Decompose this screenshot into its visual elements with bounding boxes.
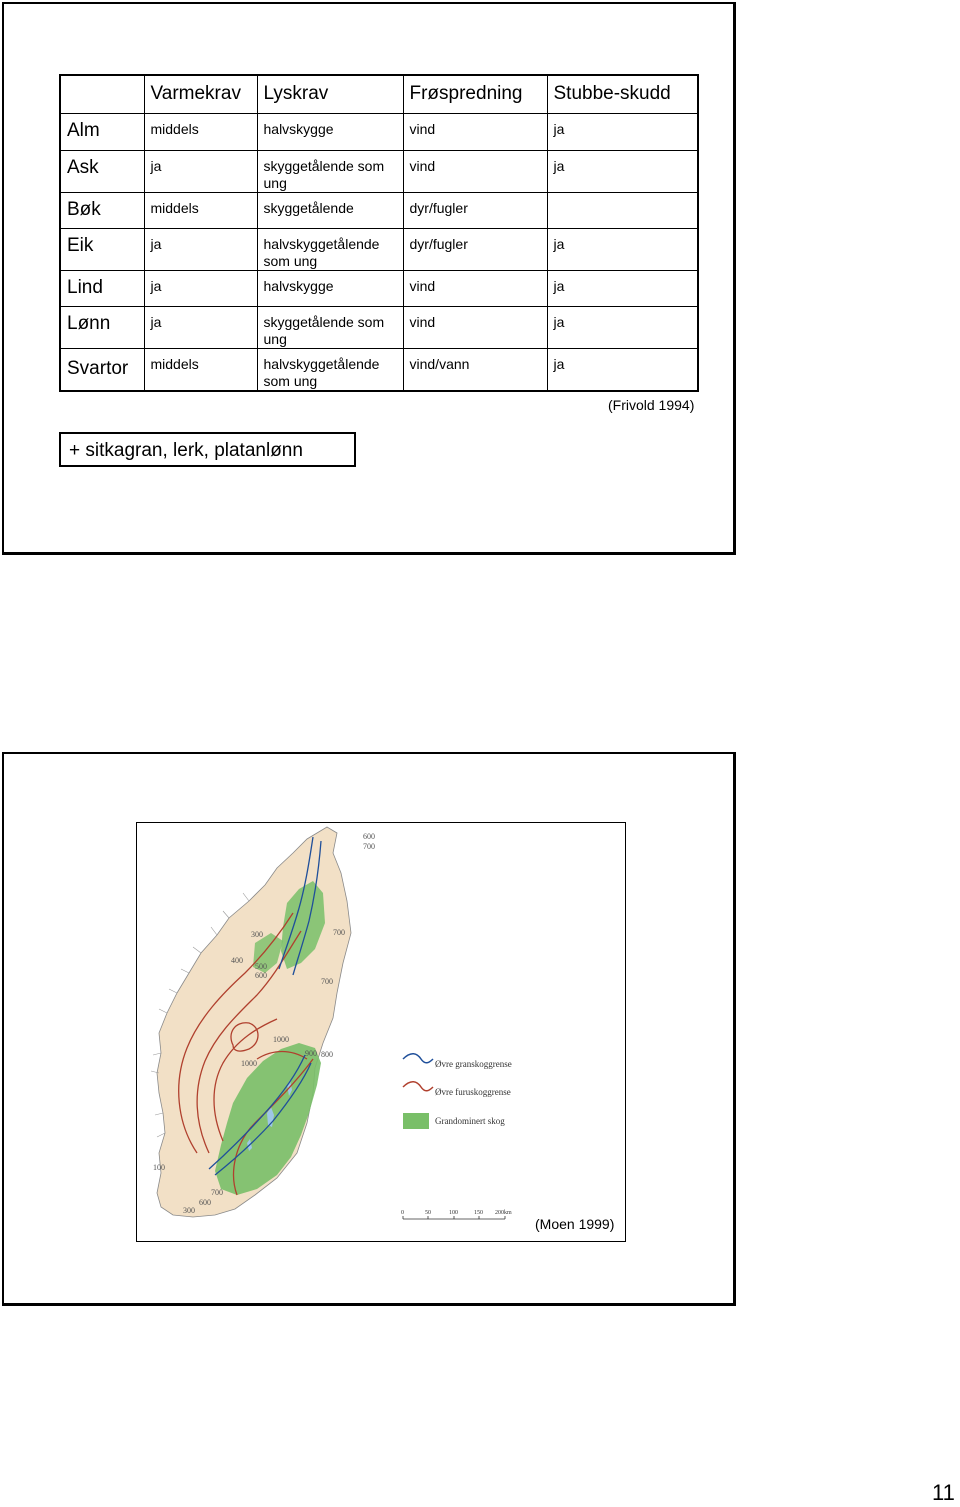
legend-spruce-area-swatch	[403, 1113, 429, 1129]
tree-name: Bøk	[59, 191, 145, 229]
citation-frivold: (Frivold 1994)	[608, 397, 695, 413]
contour-label: 700	[333, 928, 345, 937]
table-cell: vind	[402, 149, 548, 193]
table-cell: skyggetålende som ung	[256, 305, 404, 349]
table-cell: dyr/fugler	[402, 191, 548, 229]
table-cell: dyr/fugler	[402, 227, 548, 271]
contour-label: 700	[363, 842, 375, 851]
table-cell: middels	[143, 347, 258, 392]
contour-label: 300	[251, 930, 263, 939]
legend-spruce-area-label: Grandominert skog	[435, 1116, 505, 1126]
table-cell: skyggetålende som ung	[256, 149, 404, 193]
legend-pine-line-label: Øvre furuskoggrense	[435, 1087, 511, 1097]
scale-label: 200km	[495, 1210, 512, 1216]
page-number: 11	[932, 1480, 955, 1505]
table-cell: ja	[546, 227, 699, 271]
legend-pine-line	[402, 1081, 434, 1092]
scale-label: 50	[425, 1210, 431, 1216]
tree-name: Lønn	[59, 305, 145, 349]
contour-label: 700	[211, 1188, 223, 1197]
table-cell: vind	[402, 269, 548, 307]
tree-name: Eik	[59, 227, 145, 271]
contour-label: 1000	[241, 1059, 257, 1068]
legend-spruce-line	[402, 1053, 434, 1064]
tree-name: Svartor	[59, 347, 145, 392]
table-cell: vind/vann	[402, 347, 548, 392]
table-cell: ja	[546, 347, 699, 392]
slide-tree-table: Varmekrav Lyskrav Frøspredning Stubbe-sk…	[2, 2, 736, 555]
header-cell: Stubbe-skudd	[546, 74, 699, 114]
table-cell: ja	[546, 269, 699, 307]
contour-label: 500	[255, 962, 267, 971]
table-row: Ask ja skyggetålende som ung vind ja	[59, 149, 699, 193]
contour-label: 600	[199, 1198, 211, 1207]
tree-name: Ask	[59, 149, 145, 193]
table-header-row: Varmekrav Lyskrav Frøspredning Stubbe-sk…	[59, 74, 699, 114]
table-row: Lønn ja skyggetålende som ung vind ja	[59, 305, 699, 349]
contour-label: 1000	[273, 1035, 289, 1044]
table-cell: ja	[546, 149, 699, 193]
table-cell: vind	[402, 305, 548, 349]
map-graphic: 600 700 300 700 400 500 600 700 1000 900…	[150, 826, 512, 1220]
header-cell: Lyskrav	[256, 74, 404, 114]
table-cell: ja	[546, 112, 699, 151]
slide-forest-map: 600 700 300 700 400 500 600 700 1000 900…	[2, 752, 736, 1306]
header-cell: Frøspredning	[402, 74, 548, 114]
tree-name: Lind	[59, 269, 145, 307]
table-cell: ja	[546, 305, 699, 349]
scale-label: 100	[449, 1210, 458, 1216]
contour-label: 800	[321, 1050, 333, 1059]
map-legend: Øvre granskoggrense Øvre furuskoggrense …	[402, 1053, 512, 1129]
table-row: Bøk middels skyggetålende dyr/fugler	[59, 191, 699, 229]
table-cell: middels	[143, 191, 258, 229]
contour-label: 700	[321, 977, 333, 986]
contour-label: 600	[363, 832, 375, 841]
contour-label: 600	[255, 971, 267, 980]
tree-name: Alm	[59, 112, 145, 151]
citation-moen: (Moen 1999)	[535, 1216, 615, 1232]
scale-label: 0	[401, 1210, 404, 1216]
table-row: Lind ja halvskygge vind ja	[59, 269, 699, 307]
table-cell: middels	[143, 112, 258, 151]
forest-limit-map: 600 700 300 700 400 500 600 700 1000 900…	[136, 822, 626, 1242]
table-row: Alm middels halvskygge vind ja	[59, 112, 699, 151]
table-cell: halvskyggetålende som ung	[256, 347, 404, 392]
table-cell: ja	[143, 305, 258, 349]
scale-label: 150	[474, 1210, 483, 1216]
legend-spruce-line-label: Øvre granskoggrense	[435, 1059, 512, 1069]
table-cell: halvskyggetålende som ung	[256, 227, 404, 271]
header-cell: Varmekrav	[143, 74, 258, 114]
table-cell	[546, 191, 699, 229]
contour-label: 400	[231, 956, 243, 965]
table-cell: ja	[143, 149, 258, 193]
contour-label: 100	[153, 1163, 165, 1172]
table-row: Eik ja halvskyggetålende som ung dyr/fug…	[59, 227, 699, 271]
scale-bar: 0 50 100 150 200km	[401, 1210, 512, 1220]
extra-species-box: + sitkagran, lerk, platanlønn	[59, 432, 356, 467]
table-cell: ja	[143, 227, 258, 271]
table-cell: vind	[402, 112, 548, 151]
contour-label: 300	[183, 1206, 195, 1215]
table-cell: skyggetålende	[256, 191, 404, 229]
table-cell: halvskygge	[256, 269, 404, 307]
table-cell: ja	[143, 269, 258, 307]
header-cell	[59, 74, 145, 114]
table-cell: halvskygge	[256, 112, 404, 151]
tree-properties-table: Varmekrav Lyskrav Frøspredning Stubbe-sk…	[59, 74, 699, 392]
contour-label: 900	[305, 1049, 317, 1058]
table-row: Svartor middels halvskyggetålende som un…	[59, 347, 699, 392]
